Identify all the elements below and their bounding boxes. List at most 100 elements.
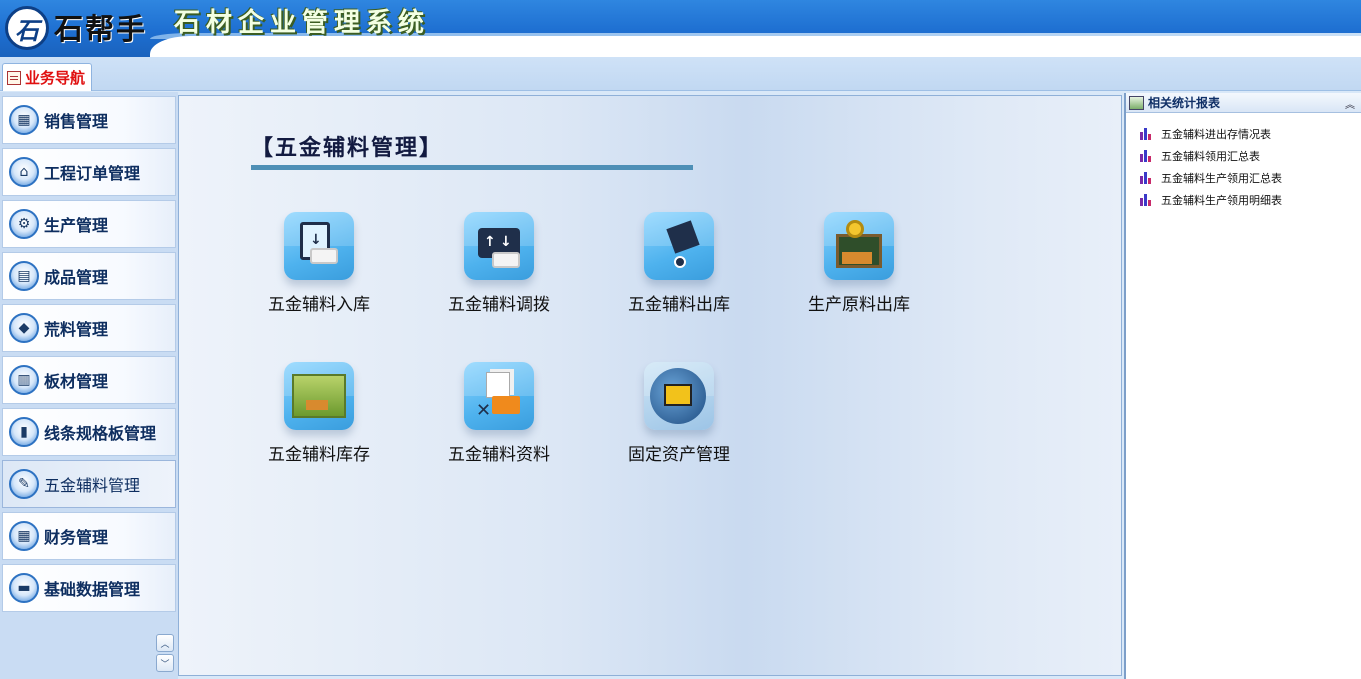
tile-production-material-out[interactable]: 生产原料出库: [769, 212, 949, 315]
fixed-asset-icon: [644, 362, 714, 430]
tile-hardware-stock-in[interactable]: ↓ 五金辅料入库: [229, 212, 409, 315]
up-arrow-glyph: ↑: [484, 234, 496, 250]
down-arrow-glyph: ↓: [500, 234, 512, 250]
header-swoosh: [150, 36, 1361, 57]
hardware-info-icon: ✕: [464, 362, 534, 430]
tab-label: 业务导航: [25, 69, 86, 87]
tile-label: 固定资产管理: [628, 445, 730, 465]
wheel-shape: [674, 256, 686, 268]
title-divider: [251, 165, 693, 170]
papers-shape: [486, 372, 510, 398]
cargo-shape: [666, 220, 700, 254]
project-icon: ⌂: [9, 157, 39, 187]
reports-panel-header: 相关统计报表 ︽: [1126, 93, 1361, 113]
finished-goods-icon: ▤: [9, 261, 39, 291]
molding-icon: ▮: [9, 417, 39, 447]
bar-chart-icon: [1140, 128, 1154, 140]
sidebar-item-molding-boards[interactable]: ▮ 线条规格板管理: [2, 408, 176, 456]
scroll-down-button[interactable]: ﹀: [156, 654, 174, 672]
sales-icon: ▦: [9, 105, 39, 135]
key-shape: [846, 220, 864, 238]
tile-label: 五金辅料资料: [448, 445, 550, 465]
stock-out-icon: [644, 212, 714, 280]
tile-hardware-info[interactable]: ✕ 五金辅料资料: [409, 362, 589, 465]
inventory-icon: [284, 362, 354, 430]
box-shape: [492, 252, 520, 268]
reports-panel-title: 相关统计报表: [1148, 96, 1221, 110]
tile-label: 五金辅料入库: [268, 295, 370, 315]
report-link-label: 五金辅料领用汇总表: [1161, 150, 1260, 163]
finance-icon: ▦: [9, 521, 39, 551]
transfer-icon: ↑ ↓: [464, 212, 534, 280]
bar-chart-icon: [1140, 172, 1154, 184]
sidebar-item-label: 基础数据管理: [44, 580, 141, 599]
sidebar-item-label: 工程订单管理: [44, 164, 141, 183]
sidebar-item-label: 销售管理: [44, 112, 109, 131]
sidebar-item-slabs[interactable]: ▥ 板材管理: [2, 356, 176, 404]
bar-chart-icon: [1140, 194, 1154, 206]
report-panel-icon: [1129, 95, 1144, 110]
sidebar-item-label: 板材管理: [44, 372, 109, 391]
note-icon: [7, 70, 21, 85]
tile-label: 五金辅料库存: [268, 445, 370, 465]
reports-list: 五金辅料进出存情况表 五金辅料领用汇总表 五金辅料生产领用汇总表 五金辅料生产领…: [1126, 113, 1361, 211]
sidebar-item-hardware[interactable]: ✎ 五金辅料管理: [2, 460, 176, 508]
down-arrow-glyph: ↓: [310, 232, 322, 248]
tile-label: 生产原料出库: [808, 295, 910, 315]
page-title: 【五金辅料管理】: [251, 135, 444, 161]
tab-business-nav[interactable]: 业务导航: [2, 63, 93, 91]
tile-label: 五金辅料调拨: [448, 295, 550, 315]
scroll-up-button[interactable]: ︿: [156, 634, 174, 652]
sidebar-item-finished-goods[interactable]: ▤ 成品管理: [2, 252, 176, 300]
warehouse-shape: [292, 374, 346, 418]
sidebar-item-production[interactable]: ⚙ 生产管理: [2, 200, 176, 248]
sidebar-item-label: 生产管理: [44, 216, 109, 235]
tile-label: 五金辅料出库: [628, 295, 730, 315]
sidebar-item-finance[interactable]: ▦ 财务管理: [2, 512, 176, 560]
brand-name: 石帮手: [54, 12, 148, 46]
report-link-label: 五金辅料进出存情况表: [1161, 128, 1271, 141]
app-header: 石 石帮手 石材企业管理系统: [0, 0, 1361, 57]
report-link-usage-summary[interactable]: 五金辅料领用汇总表: [1126, 145, 1361, 167]
sidebar-item-raw-blocks[interactable]: ◆ 荒料管理: [2, 304, 176, 352]
sidebar-item-base-data[interactable]: ▬ 基础数据管理: [2, 564, 176, 612]
sidebar-item-label: 线条规格板管理: [44, 424, 157, 443]
report-link-production-usage-summary[interactable]: 五金辅料生产领用汇总表: [1126, 167, 1361, 189]
logo-icon: 石: [5, 6, 49, 50]
related-reports-panel: 相关统计报表 ︽ 五金辅料进出存情况表 五金辅料领用汇总表 五金辅料生产领用汇总…: [1124, 93, 1361, 679]
raw-block-icon: ◆: [9, 313, 39, 343]
material-out-icon: [824, 212, 894, 280]
sidebar-item-label: 财务管理: [44, 528, 109, 547]
report-link-label: 五金辅料生产领用明细表: [1161, 194, 1282, 207]
report-link-stock-movement[interactable]: 五金辅料进出存情况表: [1126, 123, 1361, 145]
sidebar-item-label: 成品管理: [44, 268, 109, 287]
slab-icon: ▥: [9, 365, 39, 395]
box-shape: [310, 248, 338, 264]
sidebar-item-sales[interactable]: ▦ 销售管理: [2, 96, 176, 144]
system-title: 石材企业管理系统: [174, 8, 431, 38]
collapse-icon[interactable]: ︽: [1345, 96, 1355, 111]
production-icon: ⚙: [9, 209, 39, 239]
sidebar: ▦ 销售管理 ⌂ 工程订单管理 ⚙ 生产管理 ▤ 成品管理 ◆ 荒料管理 ▥ 板…: [0, 92, 178, 679]
report-link-label: 五金辅料生产领用汇总表: [1161, 172, 1282, 185]
crates-shape: [842, 252, 872, 264]
bar-chart-icon: [1140, 150, 1154, 162]
tab-strip: 业务导航: [0, 57, 1361, 91]
folder-shape: [492, 396, 520, 414]
logo-glyph: 石: [15, 16, 39, 45]
tile-hardware-stock-out[interactable]: 五金辅料出库: [589, 212, 769, 315]
tile-hardware-inventory[interactable]: 五金辅料库存: [229, 362, 409, 465]
sidebar-item-label: 荒料管理: [44, 320, 109, 339]
sidebar-item-label: 五金辅料管理: [44, 476, 141, 495]
sidebar-item-project-orders[interactable]: ⌂ 工程订单管理: [2, 148, 176, 196]
hardware-icon: ✎: [9, 469, 39, 499]
forklift-shape: [664, 384, 692, 406]
tile-fixed-asset-management[interactable]: 固定资产管理: [589, 362, 769, 465]
crates-shape: [306, 400, 328, 410]
base-data-icon: ▬: [9, 573, 39, 603]
report-link-production-usage-detail[interactable]: 五金辅料生产领用明细表: [1126, 189, 1361, 211]
tile-hardware-transfer[interactable]: ↑ ↓ 五金辅料调拨: [409, 212, 589, 315]
tools-glyph: ✕: [476, 400, 492, 421]
main-panel: 【五金辅料管理】 ↓ 五金辅料入库 ↑ ↓ 五金辅料调拨 五金辅料出库 生产原料…: [178, 95, 1122, 676]
stock-in-icon: ↓: [284, 212, 354, 280]
